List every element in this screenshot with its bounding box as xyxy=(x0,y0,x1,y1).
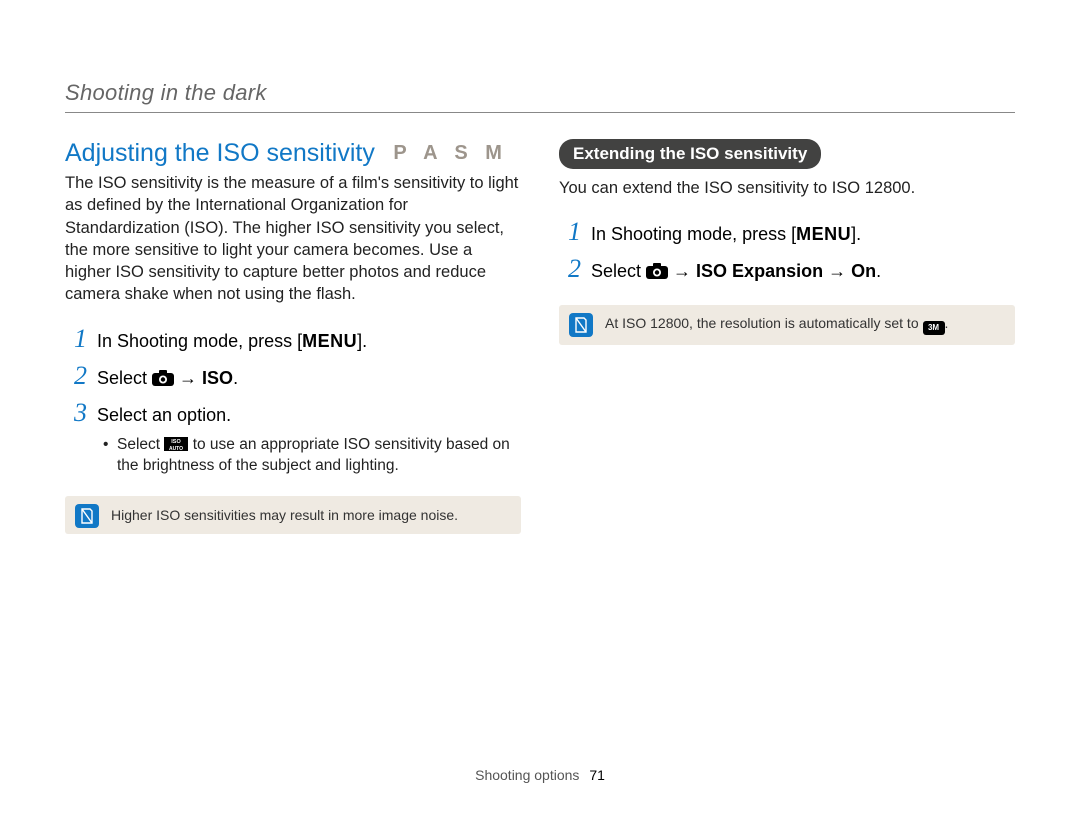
iso-auto-icon: ISOAUTO xyxy=(164,437,188,451)
menu-path-item: On xyxy=(851,261,876,281)
text-fragment: Select xyxy=(97,368,152,388)
text-fragment: . xyxy=(876,261,881,281)
section-heading-row: Adjusting the ISO sensitivity P A S M xyxy=(65,139,521,168)
camera-icon xyxy=(152,367,174,383)
note-box: At ISO 12800, the resolution is automati… xyxy=(559,305,1015,345)
step-text: Select → ISO. xyxy=(97,365,238,392)
text-fragment: Select xyxy=(117,436,164,453)
resolution-icon: 3M xyxy=(923,321,945,335)
step-1: 1 In Shooting mode, press [MENU]. xyxy=(65,324,521,355)
text-fragment: Select xyxy=(591,261,646,281)
step-text: Select → ISO Expansion → On. xyxy=(591,258,881,285)
arrow: → xyxy=(668,261,696,281)
section-body: The ISO sensitivity is the measure of a … xyxy=(65,172,521,306)
step-3: 3 Select an option. xyxy=(65,398,521,429)
note-icon xyxy=(569,313,593,337)
manual-page: Shooting in the dark Adjusting the ISO s… xyxy=(0,0,1080,815)
divider xyxy=(65,112,1015,113)
steps-list: 1 In Shooting mode, press [MENU]. 2 Sele… xyxy=(559,217,1015,285)
step-2: 2 Select → ISO. xyxy=(65,361,521,392)
text-fragment: In Shooting mode, press [ xyxy=(591,224,796,244)
steps-list: 1 In Shooting mode, press [MENU]. 2 Sele… xyxy=(65,324,521,429)
two-column-layout: Adjusting the ISO sensitivity P A S M Th… xyxy=(65,139,1015,534)
step-text: Select an option. xyxy=(97,402,231,429)
svg-text:ISO: ISO xyxy=(172,439,182,445)
page-number: 71 xyxy=(589,767,605,783)
note-text: Higher ISO sensitivities may result in m… xyxy=(111,507,458,523)
note-icon xyxy=(75,504,99,528)
note-text: At ISO 12800, the resolution is automati… xyxy=(605,315,948,335)
footer-section-label: Shooting options xyxy=(475,767,579,783)
arrow: → xyxy=(174,368,202,388)
step-text: In Shooting mode, press [MENU]. xyxy=(591,221,861,248)
menu-button-label: MENU xyxy=(796,224,851,244)
text-fragment: ]. xyxy=(357,331,367,351)
subsection-pill: Extending the ISO sensitivity xyxy=(559,139,821,169)
menu-path-item: ISO Expansion xyxy=(696,261,823,281)
text-fragment: . xyxy=(233,368,238,388)
svg-text:AUTO: AUTO xyxy=(169,446,183,451)
step-number: 1 xyxy=(65,324,87,354)
camera-icon xyxy=(646,260,668,276)
menu-button-label: MENU xyxy=(302,331,357,351)
note-box: Higher ISO sensitivities may result in m… xyxy=(65,496,521,534)
text-fragment: . xyxy=(945,315,949,331)
menu-path-item: ISO xyxy=(202,368,233,388)
right-column: Extending the ISO sensitivity You can ex… xyxy=(559,139,1015,534)
step-number: 2 xyxy=(65,361,87,391)
step-text: In Shooting mode, press [MENU]. xyxy=(97,328,367,355)
running-head: Shooting in the dark xyxy=(65,80,1015,106)
step-1: 1 In Shooting mode, press [MENU]. xyxy=(559,217,1015,248)
page-footer: Shooting options 71 xyxy=(0,767,1080,783)
text-fragment: At ISO 12800, the resolution is automati… xyxy=(605,315,923,331)
section-body: You can extend the ISO sensitivity to IS… xyxy=(559,177,1015,199)
step-number: 2 xyxy=(559,254,581,284)
step-2: 2 Select → ISO Expansion → On. xyxy=(559,254,1015,285)
left-column: Adjusting the ISO sensitivity P A S M Th… xyxy=(65,139,521,534)
step-number: 3 xyxy=(65,398,87,428)
text-fragment: ]. xyxy=(851,224,861,244)
sub-bullets: Select ISOAUTO to use an appropriate ISO… xyxy=(103,435,521,477)
text-fragment: In Shooting mode, press [ xyxy=(97,331,302,351)
bullet-item: Select ISOAUTO to use an appropriate ISO… xyxy=(103,435,521,477)
mode-indicator: P A S M xyxy=(393,142,508,164)
section-title: Adjusting the ISO sensitivity xyxy=(65,139,375,167)
step-number: 1 xyxy=(559,217,581,247)
arrow: → xyxy=(823,261,851,281)
